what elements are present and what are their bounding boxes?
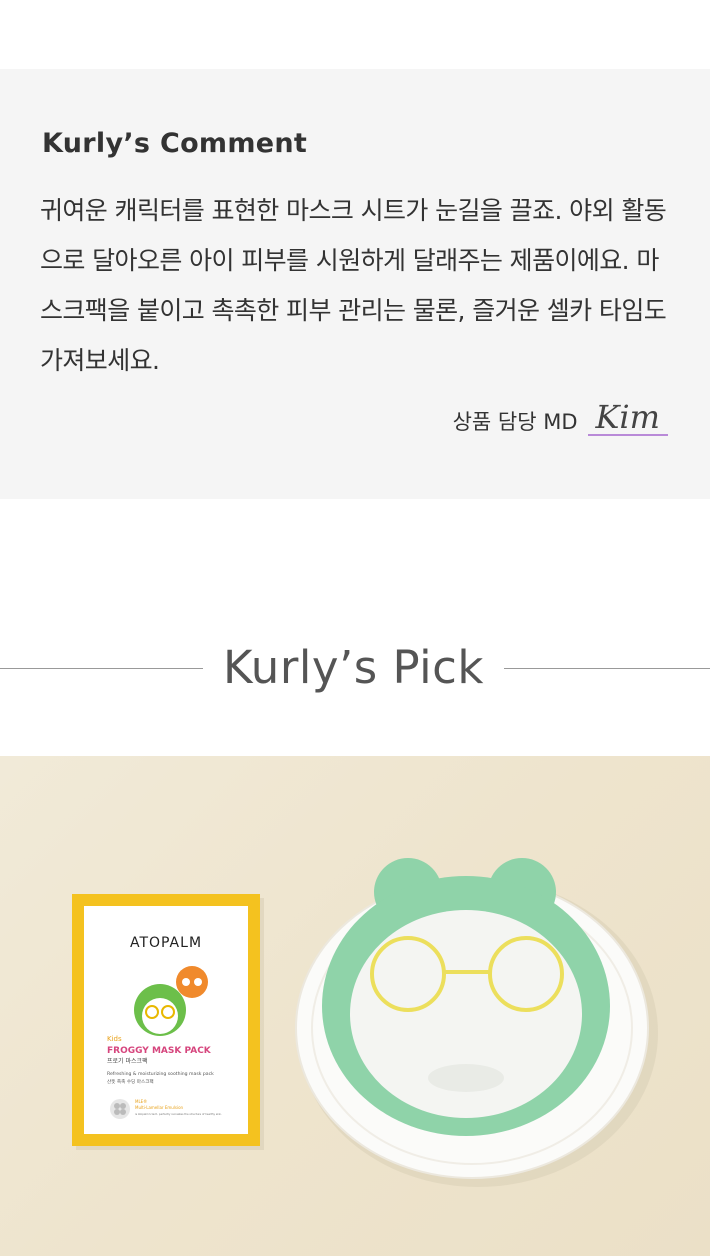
package-korean-name: 프로기 마스크팩 [107, 1057, 148, 1065]
package-brand: ATOPALM [130, 935, 202, 951]
comment-title: Kurly’s Comment [42, 128, 308, 159]
mask-mouth [428, 1064, 504, 1092]
package-mle-text: Multi-Lamellar Emulsion [135, 1105, 184, 1110]
md-label: 상품 담당 MD [452, 410, 578, 434]
package-description: Refreshing & moisturizing soothing mask … [107, 1071, 214, 1077]
package-small-print: is Atopalm's tech. perfectly recreates t… [135, 1112, 222, 1116]
md-name-signature: Kim [587, 400, 668, 436]
mle-logo-icon [110, 1099, 130, 1119]
product-photo-illustration: ATOPALM Kids FROGGY MASK PACK 프로기 마스크팩 R… [72, 858, 658, 1187]
package-korean-description: 산뜻 촉촉 수딩 마스크팩 [107, 1078, 154, 1085]
cat-character-icon [176, 966, 208, 998]
package-product-name: FROGGY MASK PACK [107, 1046, 212, 1056]
md-signature: 상품 담당 MD Kim [453, 400, 668, 436]
pick-title: Kurly’s Pick [223, 641, 484, 694]
pick-divider-left [0, 668, 203, 669]
package-kids: Kids [107, 1035, 122, 1043]
comment-body: 귀여운 캐릭터를 표현한 마스크 시트가 눈길을 끌죠. 야외 활동으로 달아오… [40, 196, 667, 375]
package-mle: MLE® [135, 1099, 147, 1104]
product-photo: ATOPALM Kids FROGGY MASK PACK 프로기 마스크팩 R… [0, 756, 710, 1256]
pick-divider-right [504, 668, 710, 669]
